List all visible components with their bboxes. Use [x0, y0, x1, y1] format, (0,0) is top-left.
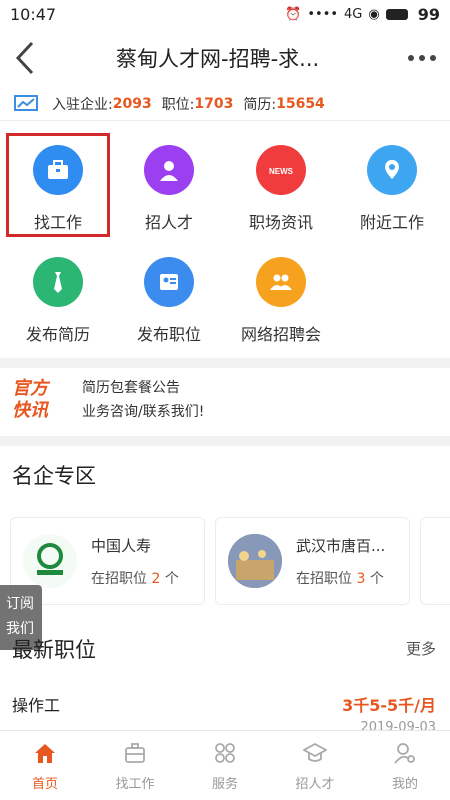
company-logo	[228, 534, 282, 588]
jobs-prefix: 在招职位	[296, 570, 352, 587]
company-card-partial[interactable]	[420, 517, 450, 605]
person-icon	[144, 145, 194, 195]
grid-label: 附近工作	[359, 213, 424, 232]
jobs-prefix: 在招职位	[91, 570, 147, 587]
nav-bar: 蔡甸人才网-招聘-求...	[0, 28, 450, 88]
back-arrow-icon	[15, 41, 34, 75]
graduation-cap-icon	[303, 742, 327, 762]
home-icon	[35, 744, 55, 763]
company-logo	[23, 534, 77, 588]
tab-recruit[interactable]: 招人才	[270, 731, 360, 800]
subscribe-label: 订阅	[6, 596, 34, 612]
grid-item-post-job[interactable]: 发布职位	[117, 240, 221, 352]
grid-item-news[interactable]: NEWS 职场资讯	[229, 128, 333, 240]
jobs-suffix: 个	[164, 570, 179, 587]
location-icon	[367, 145, 417, 195]
company-card[interactable]: 武汉市唐百... 在招职位 3 个	[215, 517, 410, 605]
status-icons: ⏰ •••• 4G ◉ 99	[285, 5, 440, 24]
tab-label: 我的	[391, 777, 418, 792]
job-salary: 3千5-5千/月	[342, 696, 436, 715]
news-badge-line: 快讯	[12, 400, 48, 421]
jobs-suffix: 个	[369, 570, 384, 587]
grid-label: 网络招聘会	[240, 325, 321, 344]
grid-label: 职场资讯	[248, 213, 313, 232]
divider	[0, 120, 450, 121]
job-title: 操作工	[12, 696, 61, 715]
resumes-label: 简历:	[243, 97, 277, 113]
group-icon	[256, 257, 306, 307]
svg-text:NEWS: NEWS	[269, 167, 294, 176]
grid-label: 招人才	[144, 213, 193, 232]
company-name: 武汉市唐百...	[296, 536, 386, 555]
grid-label: 发布职位	[136, 325, 201, 344]
highlight-box	[6, 133, 110, 237]
stats-bar: 入驻企业: 2093 职位: 1703 简历: 15654	[0, 90, 450, 118]
status-time: 10:47	[10, 4, 57, 24]
resumes-count: 15654	[276, 96, 325, 112]
tab-home[interactable]: 首页	[0, 731, 90, 800]
status-bar: 10:47 ⏰ •••• 4G ◉ 99	[0, 0, 450, 28]
company-name: 中国人寿	[91, 536, 152, 555]
back-button[interactable]	[0, 28, 50, 88]
news-item[interactable]: 简历包套餐公告	[82, 376, 204, 400]
latest-section-title: 最新职位	[12, 638, 96, 662]
tab-label: 首页	[31, 777, 58, 792]
more-dot-icon	[408, 55, 414, 61]
jobs-count: 2	[151, 570, 161, 587]
tab-label: 招人才	[295, 777, 335, 792]
grid-label: 发布简历	[25, 325, 90, 344]
news-icon: NEWS	[256, 145, 306, 195]
jobs-count: 3	[356, 570, 366, 587]
more-dot-icon	[419, 55, 425, 61]
more-link[interactable]: 更多	[406, 638, 436, 659]
chart-icon	[14, 95, 38, 111]
section-separator	[0, 436, 450, 446]
grid-item-nearby[interactable]: 附近工作	[340, 128, 444, 240]
famous-section-title: 名企专区	[12, 464, 96, 488]
tab-find-job[interactable]: 找工作	[90, 731, 180, 800]
tie-icon	[33, 257, 83, 307]
user-settings-icon	[394, 743, 415, 764]
id-card-icon	[144, 257, 194, 307]
tab-label: 找工作	[115, 777, 155, 792]
news-item[interactable]: 业务咨询/联系我们!	[82, 400, 204, 424]
grid-item-post-resume[interactable]: 发布简历	[6, 240, 110, 352]
apps-icon	[215, 743, 235, 763]
company-jobs: 在招职位 2 个	[91, 568, 179, 588]
page-title: 蔡甸人才网-招聘-求...	[116, 47, 320, 71]
companies-label: 入驻企业:	[52, 97, 113, 113]
grid-item-recruit[interactable]: 招人才	[117, 128, 221, 240]
battery-level: 99	[417, 4, 440, 24]
signal-icon: 4G	[344, 6, 363, 22]
job-row[interactable]: 操作工 3千5-5千/月 2019-09-03	[0, 686, 450, 735]
section-separator	[0, 358, 450, 368]
jobs-label: 职位:	[161, 97, 195, 113]
news-bar[interactable]: 官方 快讯 简历包套餐公告 业务咨询/联系我们!	[0, 368, 450, 432]
briefcase-icon	[125, 743, 145, 763]
notification-icon: ⏰	[285, 6, 302, 22]
hd-icon: ◉	[368, 6, 380, 22]
tab-mine[interactable]: 我的	[360, 731, 450, 800]
more-options-button[interactable]	[394, 28, 450, 88]
news-list: 简历包套餐公告 业务咨询/联系我们!	[82, 376, 204, 424]
tab-services[interactable]: 服务	[180, 731, 270, 800]
news-badge: 官方 快讯	[12, 378, 72, 422]
tab-label: 服务	[211, 777, 238, 792]
grid-item-job-fair[interactable]: 网络招聘会	[229, 240, 333, 352]
jobs-count: 1703	[194, 96, 234, 112]
more-dot-icon	[430, 55, 436, 61]
news-badge-line: 官方	[12, 378, 48, 399]
battery-icon	[385, 8, 408, 20]
companies-count: 2093	[112, 96, 152, 112]
dots-icon: ••••	[307, 6, 339, 22]
company-jobs: 在招职位 3 个	[296, 568, 385, 588]
bottom-tab-bar: 首页 找工作 服务 招人才 我的	[0, 730, 450, 800]
